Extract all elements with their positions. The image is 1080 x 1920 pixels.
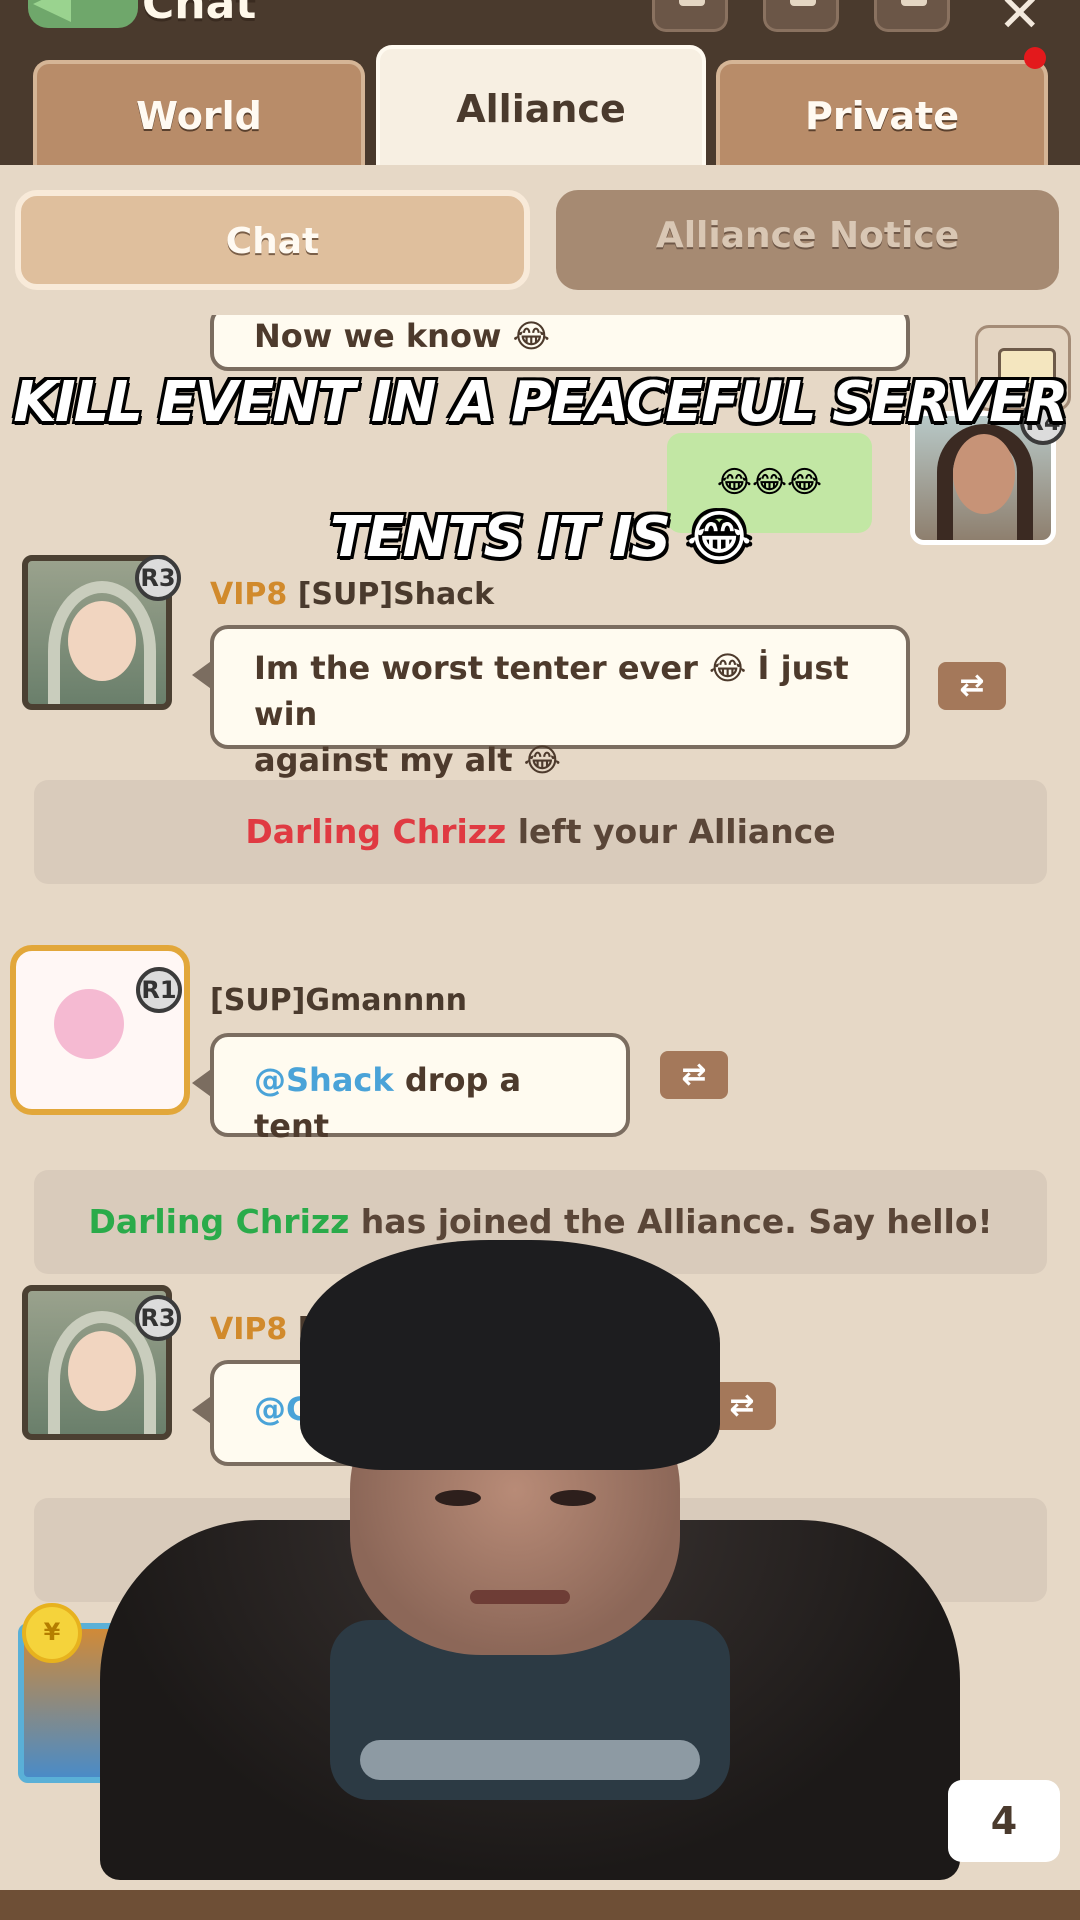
- message-bubble: @Shack drop a tent: [192, 1033, 630, 1145]
- meme-person-image: [100, 1240, 960, 1880]
- sender-name: VIP8 [SUP]Shack: [210, 577, 494, 612]
- gear-icon: [679, 0, 705, 6]
- mention-link[interactable]: @Shack: [254, 1061, 394, 1099]
- unread-count-badge[interactable]: 4: [948, 1780, 1060, 1862]
- back-arrow-icon[interactable]: [28, 0, 138, 28]
- tab-alliance[interactable]: Alliance: [376, 45, 706, 165]
- message-line: Im the worst tenter ever 😂 İ just win: [254, 649, 849, 733]
- message-line: against my alt 😂: [254, 741, 562, 779]
- vip-badge: VIP8: [210, 577, 288, 612]
- page-title: Chat: [142, 0, 257, 29]
- notification-dot: [1024, 47, 1046, 69]
- subtab-chat[interactable]: Chat: [15, 190, 530, 290]
- sender-username: [SUP]Shack: [297, 577, 495, 612]
- subtab-alliance-notice[interactable]: Alliance Notice: [556, 190, 1059, 290]
- caption-line: KILL EVENT IN A PEACEFUL SERVER: [13, 370, 1068, 435]
- profile-button[interactable]: [874, 0, 950, 32]
- sender-username: [SUP]Gmannnn: [210, 983, 467, 1018]
- tab-world[interactable]: World: [33, 60, 365, 165]
- tab-private[interactable]: Private: [716, 60, 1048, 165]
- close-icon[interactable]: ✕: [998, 0, 1042, 44]
- message-button[interactable]: [763, 0, 839, 32]
- person-icon: [901, 0, 927, 6]
- system-text: left your Alliance: [506, 812, 836, 851]
- caption-line: TENTS IT IS 😂: [330, 505, 752, 570]
- system-message: Darling Chrizz left your Alliance: [34, 780, 1047, 884]
- mail-icon: [790, 0, 816, 6]
- bottom-bar: [0, 1890, 1080, 1920]
- system-username: Darling Chrizz: [245, 812, 507, 851]
- translate-button[interactable]: ⇄: [938, 662, 1006, 710]
- rank-badge: R1: [136, 967, 182, 1013]
- coin-icon: ¥: [22, 1603, 82, 1663]
- translate-button[interactable]: ⇄: [660, 1051, 728, 1099]
- system-username: Darling Chrizz: [88, 1202, 350, 1241]
- chat-header: Chat ✕ World Alliance Private: [0, 0, 1080, 165]
- message-bubble: Now we know 😂: [210, 315, 910, 371]
- system-text: has joined the Alliance. Say hello!: [349, 1202, 993, 1241]
- settings-button[interactable]: [652, 0, 728, 32]
- message-bubble: Im the worst tenter ever 😂 İ just win ag…: [192, 625, 910, 779]
